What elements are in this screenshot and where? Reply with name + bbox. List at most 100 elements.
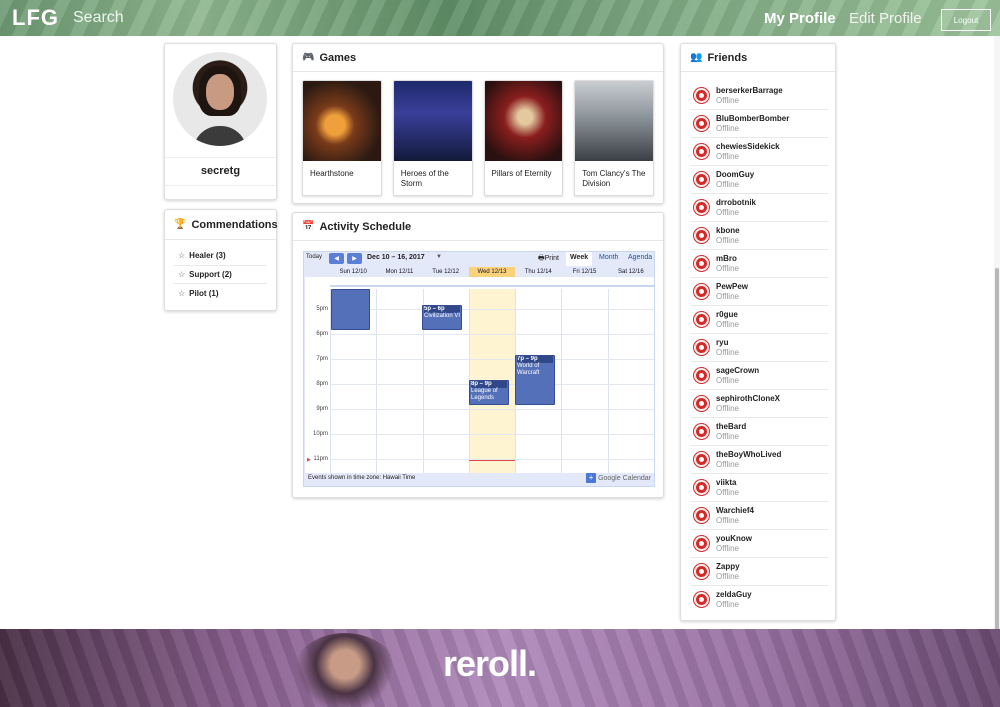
- friend-item[interactable]: PewPew Offline: [691, 278, 828, 306]
- nav-edit-profile-link[interactable]: Edit Profile: [849, 10, 922, 27]
- friend-item[interactable]: theBoyWhoLived Offline: [691, 446, 828, 474]
- friend-name: mBro: [716, 254, 737, 263]
- friend-status: Offline: [716, 292, 739, 301]
- friend-status: Offline: [716, 572, 739, 581]
- timezone-note: Events shown in time zone: Hawaii Time: [308, 475, 416, 481]
- friend-avatar: [694, 368, 709, 383]
- friend-item[interactable]: zeldaGuy Offline: [691, 586, 828, 614]
- event-title: Civilization VI: [424, 313, 461, 319]
- commendations-header: 🏆 Commendations: [165, 210, 278, 240]
- calendar-next-button[interactable]: ▶: [347, 253, 362, 264]
- friend-avatar: [694, 116, 709, 131]
- calendar-event[interactable]: 7p – 9p World of Warcraft: [515, 355, 555, 405]
- friend-avatar: [694, 424, 709, 439]
- current-time-indicator: [469, 460, 515, 461]
- day-header: Fri 12/15: [572, 269, 597, 275]
- friend-name: chewiesSidekick: [716, 142, 780, 151]
- event-title: League of Legends: [471, 388, 498, 401]
- calendar-toolbar: Today ◀ ▶ Dec 10 – 16, 2017 ▼ 🖶Print Wee…: [304, 252, 654, 266]
- calendar-event[interactable]: 8p – 9p League of Legends: [469, 380, 509, 405]
- friend-avatar: [694, 144, 709, 159]
- friend-name: r0gue: [716, 310, 738, 319]
- page-scrollbar[interactable]: [994, 36, 1000, 707]
- friend-item[interactable]: sageCrown Offline: [691, 362, 828, 390]
- friend-item[interactable]: ryu Offline: [691, 334, 828, 362]
- nav-search-link[interactable]: Search: [73, 9, 124, 27]
- friend-status: Offline: [716, 460, 739, 469]
- friend-item[interactable]: drrobotnik Offline: [691, 194, 828, 222]
- friend-status: Offline: [716, 236, 739, 245]
- calendar-today-button[interactable]: Today: [306, 254, 322, 260]
- game-card-pillars-of-eternity[interactable]: Pillars of Eternity: [483, 80, 564, 196]
- calendar-date-range[interactable]: Dec 10 – 16, 2017: [367, 254, 425, 261]
- current-time-marker: ▶: [307, 457, 311, 463]
- friend-name: drrobotnik: [716, 198, 756, 207]
- calendar-icon: 📅: [302, 221, 315, 232]
- friend-item[interactable]: r0gue Offline: [691, 306, 828, 334]
- friend-avatar: [694, 284, 709, 299]
- friend-item[interactable]: viikta Offline: [691, 474, 828, 502]
- calendar-prev-button[interactable]: ◀: [329, 253, 344, 264]
- google-calendar-label: Google Calendar: [598, 474, 651, 482]
- friend-item[interactable]: berserkerBarrage Offline: [691, 82, 828, 110]
- hour-label: 7pm: [316, 356, 328, 362]
- printer-icon: 🖶: [538, 255, 545, 262]
- friend-item[interactable]: youKnow Offline: [691, 530, 828, 558]
- friend-name: BluBomberBomber: [716, 114, 790, 123]
- calendar-event[interactable]: 5p – 6p Civilization VI: [422, 305, 462, 330]
- commendations-title: Commendations: [191, 218, 278, 231]
- friend-name: sephirothCloneX: [716, 394, 781, 403]
- calendar-view-agenda[interactable]: Agenda: [624, 252, 656, 266]
- commendation-item: ☆ Pilot (1): [174, 284, 267, 303]
- star-outline-icon: ☆: [178, 288, 186, 298]
- friend-item[interactable]: sephirothCloneX Offline: [691, 390, 828, 418]
- friend-status: Offline: [716, 376, 739, 385]
- friend-item[interactable]: DoomGuy Offline: [691, 166, 828, 194]
- friend-avatar: [694, 396, 709, 411]
- friend-item[interactable]: kbone Offline: [691, 222, 828, 250]
- scrollbar-thumb[interactable]: [995, 268, 999, 668]
- logout-button[interactable]: Logout: [941, 9, 991, 31]
- friend-avatar: [694, 200, 709, 215]
- google-calendar-embed: Today ◀ ▶ Dec 10 – 16, 2017 ▼ 🖶Print Wee…: [303, 251, 655, 487]
- day-header-today: Wed 12/13: [468, 267, 516, 277]
- friend-name: theBoyWhoLived: [716, 450, 782, 459]
- profile-card: secretg: [164, 43, 277, 200]
- day-header: Thu 12/14: [524, 269, 552, 275]
- game-card-hearthstone[interactable]: Hearthstone: [302, 80, 382, 196]
- friend-status: Offline: [716, 152, 739, 161]
- game-title: Heroes of the Storm: [400, 169, 449, 188]
- friend-item[interactable]: Warchief4 Offline: [691, 502, 828, 530]
- hour-label: 9pm: [316, 406, 328, 412]
- calendar-view-month[interactable]: Month: [595, 252, 622, 266]
- calendar-week-grid[interactable]: 5pm 6pm 7pm 8pm 9pm 10pm 11pm 5p – 6p Ci…: [305, 277, 654, 473]
- day-header: Mon 12/11: [385, 269, 414, 275]
- calendar-print-button[interactable]: 🖶Print: [538, 254, 559, 265]
- friend-item[interactable]: Zappy Offline: [691, 558, 828, 586]
- star-outline-icon: ☆: [178, 251, 186, 261]
- friend-item[interactable]: BluBomberBomber Offline: [691, 110, 828, 138]
- game-card-the-division[interactable]: Tom Clancy's The Division: [574, 80, 654, 196]
- friend-status: Offline: [716, 264, 739, 273]
- event-time: 7p – 9p: [517, 356, 553, 363]
- game-card-heroes-of-the-storm[interactable]: Heroes of the Storm: [392, 80, 473, 196]
- friend-status: Offline: [716, 96, 739, 105]
- page-footer: reroll.: [0, 629, 1000, 707]
- users-icon: 👥: [690, 52, 703, 63]
- event-time: 8p – 9p: [471, 381, 507, 388]
- footer-logo: reroll.: [443, 643, 537, 684]
- game-title: Tom Clancy's The Division: [582, 169, 646, 188]
- nav-my-profile-link[interactable]: My Profile: [764, 10, 836, 27]
- friend-name: theBard: [716, 422, 747, 431]
- friend-item[interactable]: mBro Offline: [691, 250, 828, 278]
- friend-item[interactable]: theBard Offline: [691, 418, 828, 446]
- commendation-label: Support (2): [189, 269, 232, 279]
- friend-name: DoomGuy: [716, 170, 755, 179]
- friend-item[interactable]: chewiesSidekick Offline: [691, 138, 828, 166]
- chevron-down-icon[interactable]: ▼: [436, 254, 442, 260]
- brand-logo[interactable]: LFG: [12, 5, 59, 31]
- calendar-event[interactable]: [331, 289, 370, 330]
- google-calendar-button[interactable]: + Google Calendar: [586, 473, 651, 483]
- hour-label: 6pm: [316, 331, 328, 337]
- calendar-view-week[interactable]: Week: [566, 252, 593, 266]
